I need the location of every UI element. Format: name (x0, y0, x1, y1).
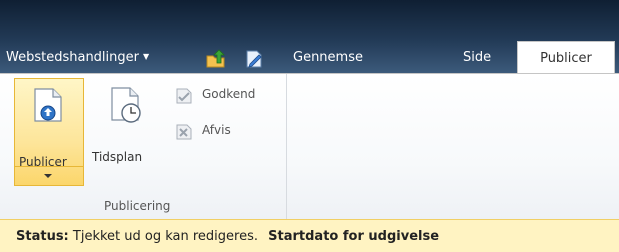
approve-icon (176, 88, 192, 104)
tab-side[interactable]: Side (463, 50, 491, 65)
ribbon-group-publicering: Publicer Tidsplan Godkend Afvis Publicer… (0, 74, 287, 220)
schedule-button-label: Tidsplan (92, 150, 143, 164)
publish-dropdown[interactable] (15, 166, 83, 186)
edit-page-icon[interactable] (244, 49, 264, 69)
reject-button[interactable]: Afvis (174, 120, 284, 144)
ribbon-group-label: Publicering (104, 199, 171, 213)
approve-button-label: Godkend (202, 87, 256, 101)
navigate-up-icon[interactable] (206, 49, 226, 69)
status-label: Status: (16, 229, 69, 244)
ribbon: Publicer Tidsplan Godkend Afvis Publicer… (0, 73, 619, 220)
site-actions-label: Webstedshandlinger (6, 50, 139, 65)
dropdown-caret-icon: ▼ (143, 52, 150, 61)
status-text: Tjekket ud og kan redigeres. (72, 229, 259, 244)
publish-button[interactable]: Publicer (14, 78, 84, 186)
status-bar: Status: Tjekket ud og kan redigeres. Sta… (0, 219, 619, 252)
site-actions-menu[interactable]: Webstedshandlinger ▼ (6, 50, 149, 65)
tab-publicer[interactable]: Publicer (517, 41, 615, 74)
reject-button-label: Afvis (202, 123, 231, 137)
approve-button[interactable]: Godkend (174, 84, 284, 108)
status-next-label: Startdato for udgivelse (268, 229, 440, 244)
reject-icon (176, 124, 192, 140)
publish-page-icon (34, 88, 62, 122)
top-navigation-bar: Webstedshandlinger ▼ Gennemse Side Public… (0, 0, 619, 74)
schedule-clock-icon (111, 87, 141, 123)
tab-gennemse[interactable]: Gennemse (293, 50, 363, 65)
dropdown-arrow-icon (44, 174, 52, 178)
